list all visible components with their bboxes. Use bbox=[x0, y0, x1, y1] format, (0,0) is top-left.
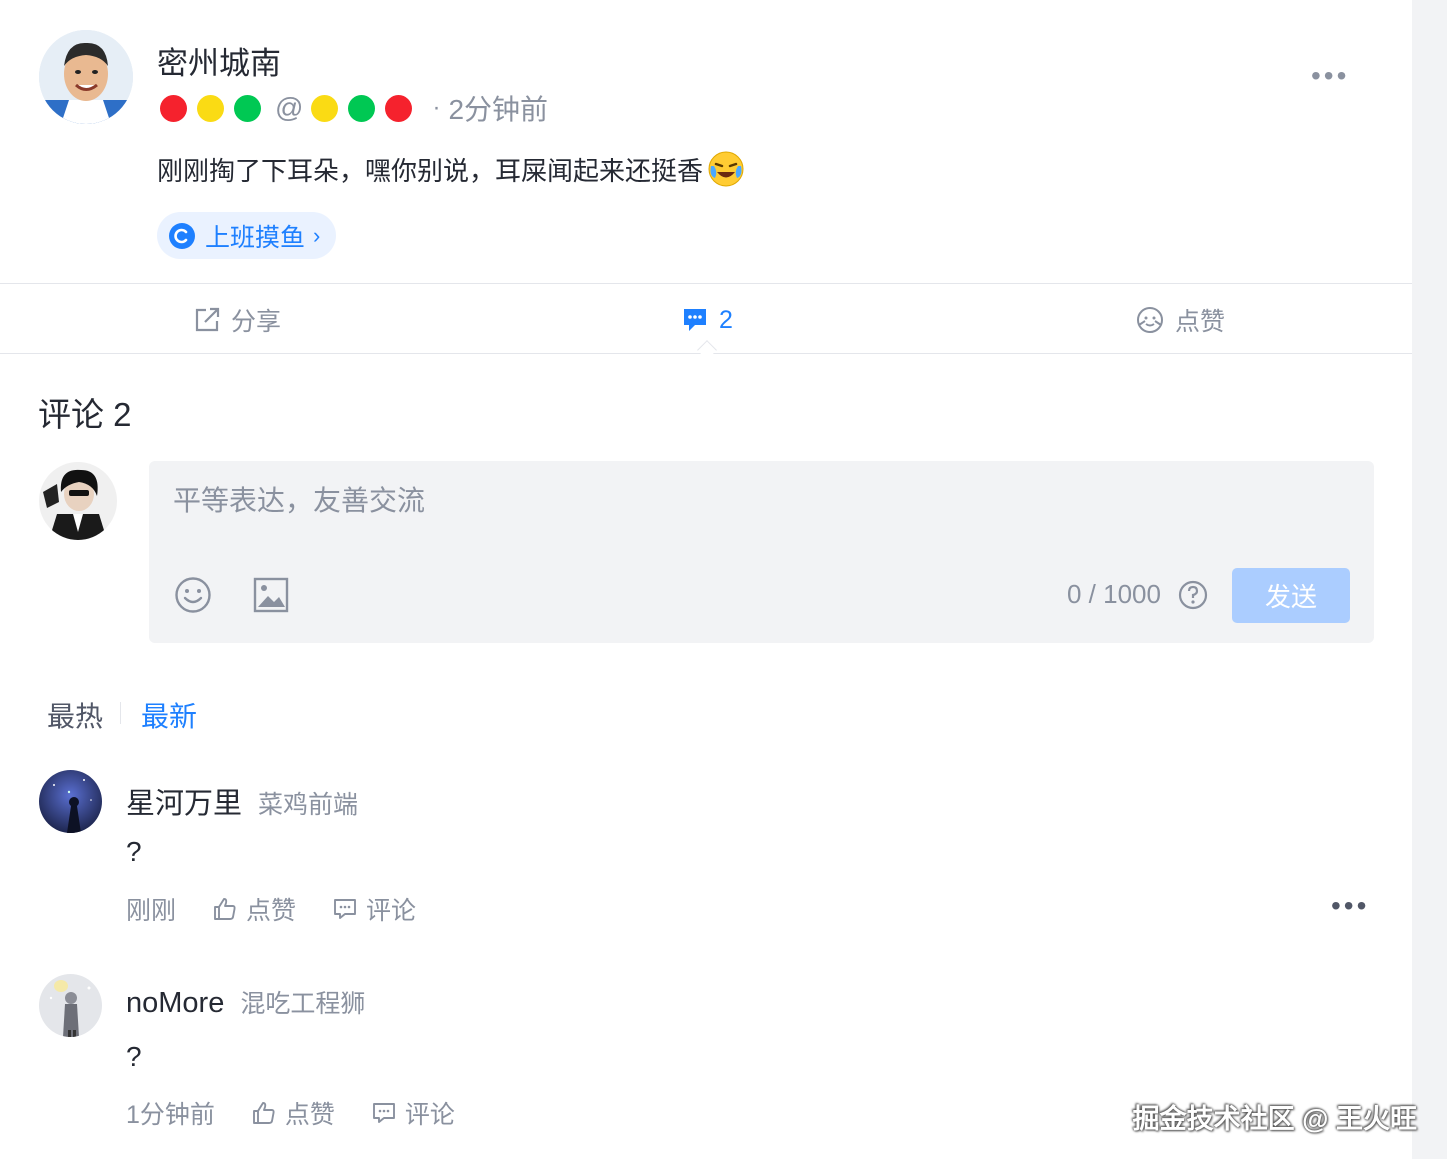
comment-like-label-2: 点赞 bbox=[284, 1101, 335, 1129]
meta-separator: · bbox=[432, 94, 441, 121]
comment-input[interactable] bbox=[173, 485, 1273, 517]
comment-bubble-icon bbox=[684, 309, 706, 331]
comment-avatar-2-image bbox=[39, 974, 102, 1037]
post-content-text: 刚刚掏了下耳朵，嘿你别说，耳屎闻起来还挺香 bbox=[157, 155, 704, 186]
comment-reply-label-1: 评论 bbox=[366, 897, 417, 925]
comment-header-2: noMore 混吃工程狮 bbox=[126, 984, 365, 1020]
comment-avatar-1-image bbox=[39, 770, 102, 833]
share-icon bbox=[195, 307, 220, 332]
emoji-picker-icon[interactable] bbox=[173, 575, 213, 615]
comment-reply-button-2[interactable]: 评论 bbox=[371, 1095, 455, 1131]
comment-author-name-1[interactable]: 星河万里 bbox=[126, 780, 242, 822]
comment-count: 2 bbox=[719, 305, 733, 334]
chevron-right-icon: › bbox=[313, 222, 321, 248]
author-avatar-image bbox=[39, 30, 133, 124]
sort-hot-tab[interactable]: 最热 bbox=[47, 695, 103, 735]
comment-reply-button-1[interactable]: 评论 bbox=[332, 891, 416, 927]
post-content: 刚刚掏了下耳朵，嘿你别说，耳屎闻起来还挺香 bbox=[157, 150, 745, 188]
post-card: 密州城南 @ · 2分钟前 ••• 刚刚掏了下耳朵，嘿你别说，耳屎闻起来还挺香 … bbox=[0, 0, 1412, 1159]
actions-top-divider bbox=[0, 283, 1412, 284]
like-face-icon bbox=[1137, 307, 1163, 333]
comment-author-name-2[interactable]: noMore bbox=[126, 987, 224, 1020]
comment-more-icon-1[interactable]: ••• bbox=[1331, 892, 1369, 920]
image-upload-icon[interactable] bbox=[251, 575, 291, 615]
status-dot-green-2 bbox=[348, 94, 376, 122]
send-button[interactable]: 发送 bbox=[1232, 568, 1350, 623]
comment-author-title-2: 混吃工程狮 bbox=[240, 990, 366, 1018]
like-button[interactable]: 点赞 bbox=[1135, 300, 1225, 340]
comment-time-2: 1分钟前 bbox=[126, 1101, 215, 1129]
topic-tag[interactable]: 上班摸鱼 › bbox=[157, 212, 337, 259]
thumbs-up-icon bbox=[252, 1102, 275, 1124]
thumbs-up-icon bbox=[214, 898, 236, 920]
comment-time-1: 刚刚 bbox=[126, 897, 177, 925]
topic-icon bbox=[169, 222, 195, 249]
active-tab-caret bbox=[697, 340, 717, 360]
sort-divider bbox=[120, 702, 121, 724]
comment-icon bbox=[372, 1103, 395, 1123]
author-avatar[interactable] bbox=[39, 30, 133, 124]
comment-meta-1: 刚刚 点赞 评论 bbox=[126, 891, 416, 927]
comment-avatar-1[interactable] bbox=[39, 770, 102, 833]
comment-meta-2: 1分钟前 点赞 评论 bbox=[126, 1095, 455, 1131]
comment-toggle-button[interactable]: 2 bbox=[681, 300, 733, 340]
comment-like-button-1[interactable]: 点赞 bbox=[212, 891, 296, 927]
comment-icon bbox=[334, 899, 356, 919]
post-time: 2分钟前 bbox=[448, 94, 549, 125]
help-icon[interactable] bbox=[1177, 579, 1209, 611]
watermark: 掘金技术社区 @ 王火旺 bbox=[1132, 1104, 1417, 1134]
comment-avatar-2[interactable] bbox=[39, 974, 102, 1037]
laugh-cry-emoji-icon bbox=[708, 151, 744, 187]
comment-text-2: ? bbox=[126, 1041, 142, 1072]
topic-label: 上班摸鱼 bbox=[205, 223, 306, 252]
status-dot-green bbox=[234, 94, 261, 122]
current-user-avatar-image bbox=[39, 462, 117, 540]
status-dot-yellow-2 bbox=[311, 94, 339, 122]
status-dot-yellow bbox=[197, 94, 224, 122]
comment-editor: 0 / 1000 发送 bbox=[149, 461, 1374, 643]
comment-text-1: ? bbox=[126, 836, 142, 867]
status-dot-red bbox=[160, 94, 187, 122]
author-name[interactable]: 密州城南 bbox=[157, 38, 281, 83]
comment-reply-label-2: 评论 bbox=[404, 1101, 455, 1129]
status-dot-red-2 bbox=[385, 94, 413, 122]
like-label: 点赞 bbox=[1175, 308, 1226, 336]
share-button[interactable]: 分享 bbox=[193, 300, 281, 340]
sort-new-tab[interactable]: 最新 bbox=[141, 695, 197, 735]
char-count: 0 / 1000 bbox=[1067, 579, 1161, 609]
post-more-icon[interactable]: ••• bbox=[1311, 62, 1349, 90]
current-user-avatar[interactable] bbox=[39, 462, 117, 540]
status-dots-row: @ · 2分钟前 bbox=[160, 90, 548, 126]
share-label: 分享 bbox=[231, 308, 282, 336]
comment-like-button-2[interactable]: 点赞 bbox=[251, 1095, 335, 1131]
comment-like-label-1: 点赞 bbox=[246, 897, 297, 925]
at-symbol: @ bbox=[275, 92, 304, 123]
comment-author-title-1: 菜鸡前端 bbox=[258, 791, 359, 819]
comments-title: 评论 2 bbox=[38, 396, 132, 433]
comment-header-1: 星河万里 菜鸡前端 bbox=[126, 780, 358, 822]
